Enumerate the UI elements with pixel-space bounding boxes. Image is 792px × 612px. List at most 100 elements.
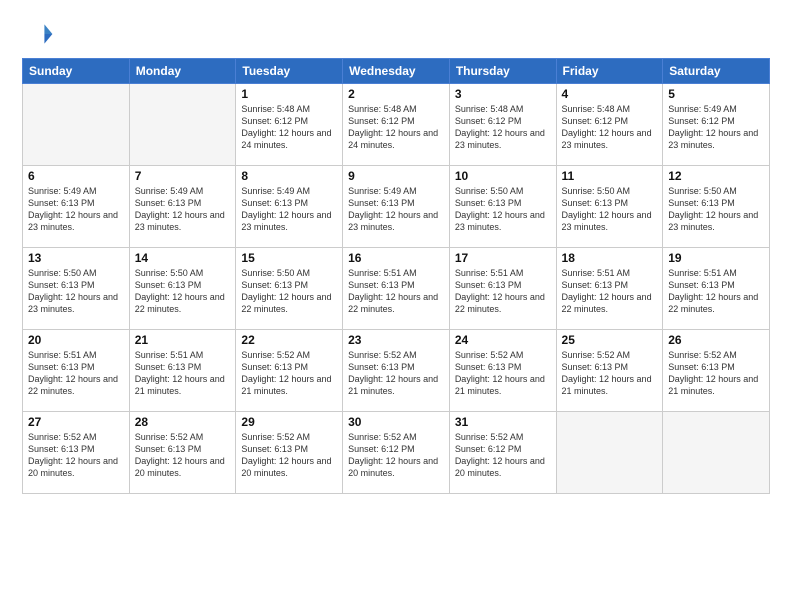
cell-info: Sunrise: 5:51 AM Sunset: 6:13 PM Dayligh… (455, 267, 551, 316)
calendar-cell: 20 Sunrise: 5:51 AM Sunset: 6:13 PM Dayli… (23, 330, 130, 412)
weekday-header: Saturday (663, 59, 770, 84)
calendar-cell: 28 Sunrise: 5:52 AM Sunset: 6:13 PM Dayli… (129, 412, 236, 494)
calendar-week-row: 1 Sunrise: 5:48 AM Sunset: 6:12 PM Daylig… (23, 84, 770, 166)
cell-day-number: 6 (28, 169, 124, 183)
logo-icon (22, 18, 54, 50)
cell-day-number: 19 (668, 251, 764, 265)
page: SundayMondayTuesdayWednesdayThursdayFrid… (0, 0, 792, 612)
cell-day-number: 22 (241, 333, 337, 347)
calendar-cell: 25 Sunrise: 5:52 AM Sunset: 6:13 PM Dayli… (556, 330, 663, 412)
cell-day-number: 28 (135, 415, 231, 429)
cell-day-number: 5 (668, 87, 764, 101)
cell-day-number: 8 (241, 169, 337, 183)
cell-info: Sunrise: 5:52 AM Sunset: 6:13 PM Dayligh… (241, 349, 337, 398)
cell-info: Sunrise: 5:51 AM Sunset: 6:13 PM Dayligh… (348, 267, 444, 316)
calendar-cell: 3 Sunrise: 5:48 AM Sunset: 6:12 PM Daylig… (449, 84, 556, 166)
cell-info: Sunrise: 5:50 AM Sunset: 6:13 PM Dayligh… (455, 185, 551, 234)
cell-info: Sunrise: 5:50 AM Sunset: 6:13 PM Dayligh… (668, 185, 764, 234)
calendar-cell: 22 Sunrise: 5:52 AM Sunset: 6:13 PM Dayli… (236, 330, 343, 412)
cell-info: Sunrise: 5:51 AM Sunset: 6:13 PM Dayligh… (668, 267, 764, 316)
calendar-cell: 23 Sunrise: 5:52 AM Sunset: 6:13 PM Dayli… (343, 330, 450, 412)
calendar-cell: 2 Sunrise: 5:48 AM Sunset: 6:12 PM Daylig… (343, 84, 450, 166)
calendar-cell: 5Sunrise: 5:49 AM Sunset: 6:12 PM Daylig… (663, 84, 770, 166)
calendar-cell: 21 Sunrise: 5:51 AM Sunset: 6:13 PM Dayli… (129, 330, 236, 412)
cell-day-number: 30 (348, 415, 444, 429)
cell-day-number: 9 (348, 169, 444, 183)
calendar-week-row: 13 Sunrise: 5:50 AM Sunset: 6:13 PM Dayli… (23, 248, 770, 330)
calendar-cell: 31Sunrise: 5:52 AM Sunset: 6:12 PM Dayli… (449, 412, 556, 494)
cell-day-number: 31 (455, 415, 551, 429)
calendar-cell: 19 Sunrise: 5:51 AM Sunset: 6:13 PM Dayli… (663, 248, 770, 330)
cell-info: Sunrise: 5:51 AM Sunset: 6:13 PM Dayligh… (28, 349, 124, 398)
calendar-cell: 12 Sunrise: 5:50 AM Sunset: 6:13 PM Dayli… (663, 166, 770, 248)
weekday-header: Sunday (23, 59, 130, 84)
cell-info: Sunrise: 5:51 AM Sunset: 6:13 PM Dayligh… (135, 349, 231, 398)
calendar-cell: 8 Sunrise: 5:49 AM Sunset: 6:13 PM Daylig… (236, 166, 343, 248)
calendar-cell: 30Sunrise: 5:52 AM Sunset: 6:12 PM Dayli… (343, 412, 450, 494)
cell-info: Sunrise: 5:52 AM Sunset: 6:13 PM Dayligh… (241, 431, 337, 480)
calendar-cell: 18 Sunrise: 5:51 AM Sunset: 6:13 PM Dayli… (556, 248, 663, 330)
weekday-header: Tuesday (236, 59, 343, 84)
cell-day-number: 15 (241, 251, 337, 265)
calendar-cell (556, 412, 663, 494)
cell-info: Sunrise: 5:49 AM Sunset: 6:13 PM Dayligh… (28, 185, 124, 234)
cell-info: Sunrise: 5:50 AM Sunset: 6:13 PM Dayligh… (562, 185, 658, 234)
cell-day-number: 13 (28, 251, 124, 265)
cell-info: Sunrise: 5:51 AM Sunset: 6:13 PM Dayligh… (562, 267, 658, 316)
cell-info: Sunrise: 5:52 AM Sunset: 6:13 PM Dayligh… (668, 349, 764, 398)
cell-info: Sunrise: 5:50 AM Sunset: 6:13 PM Dayligh… (241, 267, 337, 316)
calendar-cell: 9 Sunrise: 5:49 AM Sunset: 6:13 PM Daylig… (343, 166, 450, 248)
cell-info: Sunrise: 5:52 AM Sunset: 6:13 PM Dayligh… (348, 349, 444, 398)
cell-day-number: 7 (135, 169, 231, 183)
calendar-cell: 17 Sunrise: 5:51 AM Sunset: 6:13 PM Dayli… (449, 248, 556, 330)
calendar-cell: 16 Sunrise: 5:51 AM Sunset: 6:13 PM Dayli… (343, 248, 450, 330)
cell-info: Sunrise: 5:52 AM Sunset: 6:13 PM Dayligh… (455, 349, 551, 398)
cell-info: Sunrise: 5:49 AM Sunset: 6:13 PM Dayligh… (348, 185, 444, 234)
cell-day-number: 4 (562, 87, 658, 101)
cell-info: Sunrise: 5:50 AM Sunset: 6:13 PM Dayligh… (28, 267, 124, 316)
calendar-header-row: SundayMondayTuesdayWednesdayThursdayFrid… (23, 59, 770, 84)
cell-day-number: 1 (241, 87, 337, 101)
cell-day-number: 14 (135, 251, 231, 265)
weekday-header: Friday (556, 59, 663, 84)
cell-info: Sunrise: 5:49 AM Sunset: 6:13 PM Dayligh… (135, 185, 231, 234)
cell-info: Sunrise: 5:52 AM Sunset: 6:13 PM Dayligh… (135, 431, 231, 480)
cell-info: Sunrise: 5:48 AM Sunset: 6:12 PM Dayligh… (562, 103, 658, 152)
calendar-week-row: 27Sunrise: 5:52 AM Sunset: 6:13 PM Dayli… (23, 412, 770, 494)
cell-day-number: 20 (28, 333, 124, 347)
weekday-header: Monday (129, 59, 236, 84)
calendar-cell: 10 Sunrise: 5:50 AM Sunset: 6:13 PM Dayli… (449, 166, 556, 248)
cell-info: Sunrise: 5:49 AM Sunset: 6:13 PM Dayligh… (241, 185, 337, 234)
calendar-cell (129, 84, 236, 166)
cell-day-number: 25 (562, 333, 658, 347)
cell-day-number: 3 (455, 87, 551, 101)
calendar-cell: 27Sunrise: 5:52 AM Sunset: 6:13 PM Dayli… (23, 412, 130, 494)
cell-day-number: 17 (455, 251, 551, 265)
logo (22, 18, 58, 50)
cell-day-number: 2 (348, 87, 444, 101)
calendar-cell: 6 Sunrise: 5:49 AM Sunset: 6:13 PM Daylig… (23, 166, 130, 248)
calendar-week-row: 6 Sunrise: 5:49 AM Sunset: 6:13 PM Daylig… (23, 166, 770, 248)
calendar-cell: 26Sunrise: 5:52 AM Sunset: 6:13 PM Dayli… (663, 330, 770, 412)
calendar-cell: 7 Sunrise: 5:49 AM Sunset: 6:13 PM Daylig… (129, 166, 236, 248)
cell-day-number: 29 (241, 415, 337, 429)
calendar-cell: 24 Sunrise: 5:52 AM Sunset: 6:13 PM Dayli… (449, 330, 556, 412)
cell-day-number: 10 (455, 169, 551, 183)
calendar-cell: 4 Sunrise: 5:48 AM Sunset: 6:12 PM Daylig… (556, 84, 663, 166)
cell-day-number: 24 (455, 333, 551, 347)
calendar-cell: 1 Sunrise: 5:48 AM Sunset: 6:12 PM Daylig… (236, 84, 343, 166)
cell-day-number: 23 (348, 333, 444, 347)
cell-day-number: 11 (562, 169, 658, 183)
cell-day-number: 21 (135, 333, 231, 347)
cell-info: Sunrise: 5:48 AM Sunset: 6:12 PM Dayligh… (241, 103, 337, 152)
cell-day-number: 12 (668, 169, 764, 183)
calendar-cell: 15 Sunrise: 5:50 AM Sunset: 6:13 PM Dayli… (236, 248, 343, 330)
weekday-header: Thursday (449, 59, 556, 84)
cell-info: Sunrise: 5:48 AM Sunset: 6:12 PM Dayligh… (348, 103, 444, 152)
cell-day-number: 16 (348, 251, 444, 265)
calendar-cell: 13 Sunrise: 5:50 AM Sunset: 6:13 PM Dayli… (23, 248, 130, 330)
cell-day-number: 18 (562, 251, 658, 265)
calendar-cell: 14Sunrise: 5:50 AM Sunset: 6:13 PM Dayli… (129, 248, 236, 330)
cell-info: Sunrise: 5:52 AM Sunset: 6:13 PM Dayligh… (562, 349, 658, 398)
cell-info: Sunrise: 5:48 AM Sunset: 6:12 PM Dayligh… (455, 103, 551, 152)
